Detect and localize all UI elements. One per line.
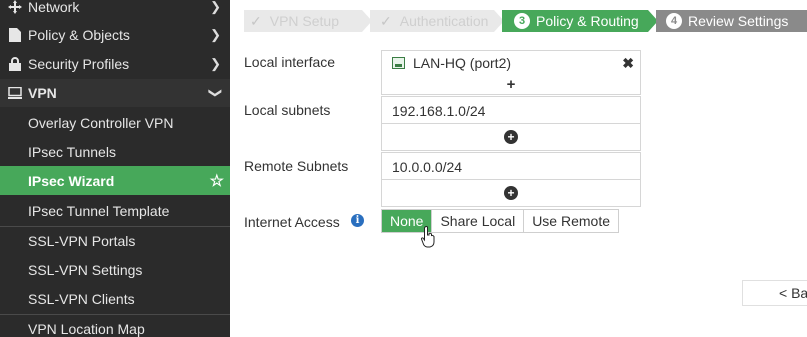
network-icon: [6, 0, 24, 15]
sidebar-item-ssl-vpn-portals[interactable]: SSL-VPN Portals: [0, 226, 230, 255]
sidebar: Network ❯ Policy & Objects ❯ Security Pr…: [0, 0, 230, 337]
sidebar-item-label: VPN Location Map: [28, 321, 145, 337]
local-interface-label: Local interface: [244, 54, 336, 70]
sidebar-item-label: Policy & Objects: [28, 27, 130, 43]
sidebar-item-label: SSL-VPN Settings: [28, 261, 143, 278]
hand-cursor-icon: [420, 226, 435, 251]
sidebar-item-ipsec-wizard[interactable]: IPsec Wizard ☆: [0, 166, 230, 195]
remote-subnets-label: Remote Subnets: [244, 158, 349, 174]
wizard-step-label: Review Settings: [688, 13, 789, 29]
sidebar-item-label: Overlay Controller VPN: [28, 114, 174, 131]
lock-icon: [6, 56, 24, 72]
sidebar-item-label: VPN: [28, 85, 57, 101]
sidebar-item-network[interactable]: Network ❯: [0, 0, 230, 21]
plus-circle-icon: +: [504, 130, 518, 144]
chevron-right-icon: ❯: [210, 56, 221, 71]
close-icon[interactable]: ✖: [622, 55, 634, 72]
internet-access-label: Internet Access: [244, 214, 340, 230]
add-remote-subnet-button[interactable]: +: [381, 180, 641, 207]
wizard-step-review-settings: 4 Review Settings: [656, 10, 807, 32]
local-subnets-value: 192.168.1.0/24: [392, 102, 486, 119]
wizard-step-label: VPN Setup: [269, 13, 339, 29]
add-local-subnet-button[interactable]: +: [381, 124, 641, 151]
info-icon[interactable]: i: [351, 214, 364, 227]
local-interface-value: LAN-HQ (port2): [413, 55, 512, 71]
wizard-steps: ✓ VPN Setup ✓ Authentication 3 Policy & …: [244, 10, 807, 32]
add-interface-icon[interactable]: +: [382, 75, 640, 94]
sidebar-item-vpn-location-map[interactable]: VPN Location Map: [0, 314, 230, 337]
remote-subnets-value: 10.0.0.0/24: [392, 158, 463, 175]
sidebar-item-label: IPsec Tunnels: [28, 143, 116, 160]
sidebar-item-label: IPsec Wizard: [28, 172, 115, 189]
interface-port-icon: [392, 57, 405, 69]
sidebar-item-label: SSL-VPN Portals: [28, 233, 136, 249]
local-subnets-label: Local subnets: [244, 102, 331, 118]
sidebar-item-overlay-controller-vpn[interactable]: Overlay Controller VPN: [0, 108, 230, 137]
check-icon: ✓: [250, 12, 262, 29]
sidebar-item-ssl-vpn-settings[interactable]: SSL-VPN Settings: [0, 255, 230, 284]
step-number-badge: 4: [666, 13, 682, 29]
back-button[interactable]: < Ba: [742, 280, 807, 306]
wizard-step-label: Authentication: [399, 13, 489, 29]
wizard-step-vpn-setup: ✓ VPN Setup: [244, 10, 362, 32]
wizard-step-policy-routing: 3 Policy & Routing: [502, 10, 648, 32]
star-icon[interactable]: ☆: [210, 171, 224, 191]
sidebar-item-ipsec-tunnel-template[interactable]: IPsec Tunnel Template: [0, 196, 230, 225]
local-interface-field[interactable]: LAN-HQ (port2) ✖ +: [381, 50, 641, 95]
sidebar-item-label: Security Profiles: [28, 56, 130, 72]
sidebar-item-label: SSL-VPN Clients: [28, 290, 135, 307]
step-number-badge: 3: [514, 13, 530, 29]
plus-circle-icon: +: [504, 186, 518, 200]
chevron-right-icon: ❯: [210, 27, 221, 42]
sidebar-item-ssl-vpn-clients[interactable]: SSL-VPN Clients: [0, 284, 230, 313]
sidebar-item-ipsec-tunnels[interactable]: IPsec Tunnels: [0, 137, 230, 166]
local-subnets-field[interactable]: 192.168.1.0/24: [381, 96, 641, 124]
wizard-step-authentication: ✓ Authentication: [370, 10, 494, 32]
sidebar-item-label: IPsec Tunnel Template: [28, 202, 170, 219]
chevron-down-icon: ❯: [208, 87, 224, 99]
internet-access-toggle[interactable]: None Share Local Use Remote: [381, 209, 619, 233]
internet-access-share-local-option[interactable]: Share Local: [432, 210, 525, 232]
sidebar-item-security-profiles[interactable]: Security Profiles ❯: [0, 50, 230, 78]
policy-icon: [6, 27, 24, 43]
chevron-right-icon: ❯: [210, 0, 221, 14]
internet-access-use-remote-option[interactable]: Use Remote: [524, 210, 618, 232]
remote-subnets-field[interactable]: 10.0.0.0/24: [381, 152, 641, 180]
sidebar-item-policy-objects[interactable]: Policy & Objects ❯: [0, 21, 230, 49]
sidebar-item-vpn[interactable]: VPN ❯: [0, 79, 230, 107]
wizard-step-label: Policy & Routing: [536, 13, 639, 29]
check-icon: ✓: [380, 12, 392, 29]
sidebar-item-label: Network: [28, 0, 80, 15]
monitor-icon: [6, 85, 24, 101]
